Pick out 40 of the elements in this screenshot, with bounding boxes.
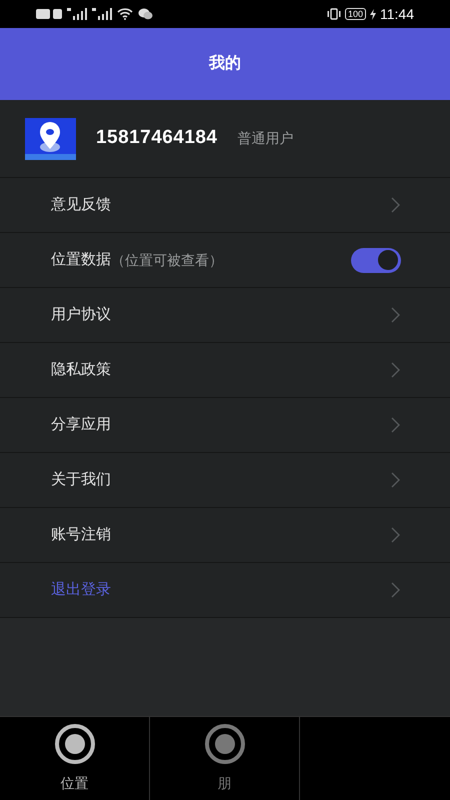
menu-label: 关于我们 [51, 470, 111, 490]
menu-row[interactable]: 隐私政策 [0, 343, 450, 398]
menu-label: 隐私政策 [51, 360, 111, 380]
menu-note: （位置可被查看） [111, 250, 223, 270]
clock-time: 11:44 [380, 4, 414, 24]
chat-icon [138, 8, 153, 20]
menu-label: 位置数据 [51, 250, 111, 270]
toggle-switch[interactable] [351, 248, 401, 272]
menu-row[interactable]: 关于我们 [0, 453, 450, 508]
tab-item[interactable]: 朋 [150, 717, 300, 800]
menu-row[interactable]: 位置数据（位置可被查看） [0, 233, 450, 288]
menu-label: 用户协议 [51, 304, 111, 325]
menu-row[interactable]: 账号注销 [0, 508, 450, 563]
page-title: 我的 [209, 54, 241, 74]
chevron-right-icon [391, 417, 400, 433]
menu-label: 账号注销 [51, 524, 111, 545]
wifi-icon [117, 8, 133, 20]
chevron-right-icon [391, 582, 400, 598]
chevron-right-icon [391, 362, 400, 378]
chevron-right-icon [391, 527, 400, 543]
user-role: 普通用户 [237, 129, 294, 148]
menu-label: 分享应用 [51, 414, 111, 435]
battery-level: 100 [344, 8, 366, 20]
vibrate-icon [326, 8, 341, 20]
target-icon [204, 723, 246, 765]
signal-icon [92, 8, 112, 20]
chevron-right-icon [391, 307, 400, 323]
menu-label: 意见反馈 [51, 194, 111, 215]
tab-item[interactable]: 位置 [0, 717, 150, 800]
app-logo-icon [25, 118, 76, 160]
menu-label: 退出登录 [51, 580, 111, 600]
target-icon [54, 723, 96, 765]
menu-row[interactable]: 意见反馈 [0, 178, 450, 233]
phone-number: 15817464184 [96, 126, 218, 150]
chevron-right-icon [391, 472, 400, 488]
charging-icon [370, 8, 376, 20]
chevron-right-icon [391, 197, 400, 213]
menu-row[interactable]: 用户协议 [0, 288, 450, 343]
menu-row[interactable]: 分享应用 [0, 398, 450, 453]
signal-icon [67, 8, 87, 20]
